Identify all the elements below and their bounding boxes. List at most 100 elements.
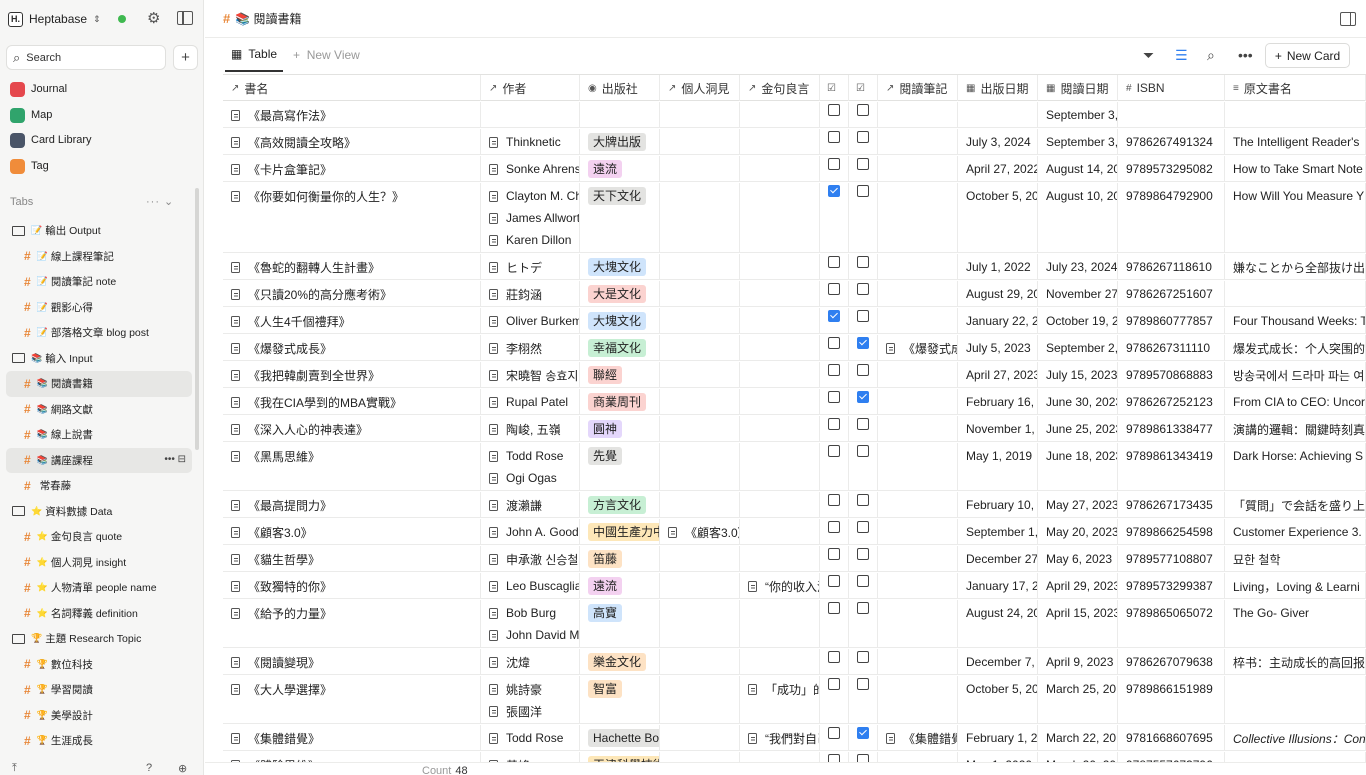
publisher-cell[interactable]: 遠流 xyxy=(580,573,660,599)
author-cell[interactable]: 莊鈞涵 xyxy=(481,281,580,307)
read-date-cell[interactable]: September 3, xyxy=(1038,102,1118,128)
publish-date-cell[interactable]: February 16, 2 xyxy=(958,389,1038,415)
checkbox-cell[interactable] xyxy=(849,335,878,361)
checkbox[interactable] xyxy=(857,727,869,739)
checkbox[interactable] xyxy=(857,548,869,560)
checkbox-cell[interactable] xyxy=(820,308,849,334)
reading-note-cell[interactable] xyxy=(878,600,958,648)
search-input[interactable]: ⌕ Search xyxy=(6,45,166,70)
publisher-cell[interactable]: 幸福文化 xyxy=(580,335,660,361)
checkbox[interactable] xyxy=(828,185,840,197)
insight-cell[interactable] xyxy=(660,156,740,182)
checkbox-cell[interactable] xyxy=(820,546,849,572)
isbn-cell[interactable]: 9786267251607 xyxy=(1118,281,1225,307)
isbn-cell[interactable]: 9789866254598 xyxy=(1118,519,1225,545)
reading-note-cell[interactable] xyxy=(878,649,958,675)
checkbox[interactable] xyxy=(857,391,869,403)
publish-date-cell[interactable]: October 5, 20 xyxy=(958,676,1038,724)
read-date-cell[interactable]: August 14, 20 xyxy=(1038,156,1118,182)
checkbox-cell[interactable] xyxy=(849,573,878,599)
tab-tag-item[interactable]: # 📝 觀影心得 xyxy=(6,295,192,321)
quote-cell[interactable] xyxy=(740,335,820,361)
checkbox[interactable] xyxy=(857,364,869,376)
original-title-cell[interactable] xyxy=(1225,752,1366,762)
author-cell[interactable]: Rupal Patel xyxy=(481,389,580,415)
author-cell[interactable]: 沈煒 xyxy=(481,649,580,675)
checkbox-cell[interactable] xyxy=(849,725,878,751)
publisher-cell[interactable]: 天下文化 xyxy=(580,183,660,253)
publish-date-cell[interactable]: October 5, 20 xyxy=(958,183,1038,253)
author-cell[interactable]: Todd Rose Ogi Ogas xyxy=(481,443,580,491)
checkbox[interactable] xyxy=(857,445,869,457)
isbn-cell[interactable]: 9789861343419 xyxy=(1118,443,1225,491)
isbn-cell[interactable] xyxy=(1118,102,1225,128)
original-title-cell[interactable]: 爆发式成长：个人突围的 xyxy=(1225,335,1366,361)
author-cell[interactable]: Todd Rose xyxy=(481,725,580,751)
reading-note-cell[interactable] xyxy=(878,281,958,307)
original-title-cell[interactable]: Dark Horse: Achieving S xyxy=(1225,443,1366,491)
title-cell[interactable]: 《最高寫作法》 xyxy=(223,102,481,128)
original-title-cell[interactable] xyxy=(1225,102,1366,128)
reading-note-cell[interactable] xyxy=(878,519,958,545)
publisher-cell[interactable]: 大塊文化 xyxy=(580,308,660,334)
quote-cell[interactable] xyxy=(740,254,820,280)
title-cell[interactable]: 《最高提問力》 xyxy=(223,492,481,518)
author-cell[interactable]: 渡瀨謙 xyxy=(481,492,580,518)
author-cell[interactable]: 姚詩豪 張國洋 xyxy=(481,676,580,724)
read-date-cell[interactable]: June 25, 2023 xyxy=(1038,416,1118,442)
publisher-cell[interactable] xyxy=(580,102,660,128)
reading-note-cell[interactable] xyxy=(878,546,958,572)
publisher-cell[interactable]: 智富 xyxy=(580,676,660,724)
isbn-cell[interactable]: 9789860777857 xyxy=(1118,308,1225,334)
table-row[interactable]: 《最高寫作法》 September 3, xyxy=(223,102,1366,128)
quote-cell[interactable] xyxy=(740,389,820,415)
reading-note-cell[interactable] xyxy=(878,129,958,155)
title-cell[interactable]: 《體驗思維》 xyxy=(223,752,481,762)
publisher-cell[interactable]: 大塊文化 xyxy=(580,254,660,280)
reading-note-cell[interactable] xyxy=(878,308,958,334)
publisher-cell[interactable]: 圓神 xyxy=(580,416,660,442)
checkbox[interactable] xyxy=(828,727,840,739)
isbn-cell[interactable]: 9786267311110 xyxy=(1118,335,1225,361)
isbn-cell[interactable]: 9789570868883 xyxy=(1118,362,1225,388)
checkbox-cell[interactable] xyxy=(820,281,849,307)
tab-tag-item[interactable]: # 📚 講座課程 ••• ⊟ xyxy=(6,447,192,473)
read-date-cell[interactable]: September 2, xyxy=(1038,335,1118,361)
checkbox-cell[interactable] xyxy=(820,416,849,442)
isbn-cell[interactable]: 9781668607695 xyxy=(1118,725,1225,751)
tab-folder[interactable]: ⭐ 資料數據 Data xyxy=(6,499,192,525)
table-row[interactable]: 《深入人心的神表達》 陶峻, 五嶺 圓神 November 1, 2 June 25, … xyxy=(223,416,1366,442)
tab-tag-item[interactable]: # ⭐ 人物清單 people name xyxy=(6,575,192,601)
quote-cell[interactable] xyxy=(740,519,820,545)
checkbox[interactable] xyxy=(828,283,840,295)
tab-tag-item[interactable]: # ⭐ 名詞釋義 definition xyxy=(6,601,192,627)
checkbox-cell[interactable] xyxy=(849,443,878,491)
checkbox[interactable] xyxy=(857,310,869,322)
checkbox[interactable] xyxy=(857,131,869,143)
publisher-cell[interactable]: Hachette Bo xyxy=(580,725,660,751)
column-header[interactable]: ▦ 閱讀日期 xyxy=(1038,75,1118,101)
title-cell[interactable]: 《貓生哲學》 xyxy=(223,546,481,572)
checkbox[interactable] xyxy=(828,575,840,587)
reading-note-cell[interactable] xyxy=(878,676,958,724)
checkbox-cell[interactable] xyxy=(820,129,849,155)
title-cell[interactable]: 《黑馬思維》 xyxy=(223,443,481,491)
publish-date-cell[interactable]: July 3, 2024 xyxy=(958,129,1038,155)
checkbox[interactable] xyxy=(857,337,869,349)
publish-date-cell[interactable]: May 1, 2020 xyxy=(958,752,1038,762)
publisher-cell[interactable]: 商業周刊 xyxy=(580,389,660,415)
insight-cell[interactable] xyxy=(660,649,740,675)
tab-tag-item[interactable]: # 🏆 數位科技 xyxy=(6,652,192,678)
checkbox-cell[interactable] xyxy=(849,308,878,334)
quote-cell[interactable] xyxy=(740,129,820,155)
insight-cell[interactable] xyxy=(660,389,740,415)
publish-date-cell[interactable]: February 10, 2 xyxy=(958,492,1038,518)
isbn-cell[interactable]: 9789573299387 xyxy=(1118,573,1225,599)
tab-tag-item[interactable]: # 📚 網路文獻 xyxy=(6,397,192,423)
read-date-cell[interactable]: April 29, 2023 xyxy=(1038,573,1118,599)
checkbox-cell[interactable] xyxy=(820,600,849,648)
original-title-cell[interactable]: The Intelligent Reader's xyxy=(1225,129,1366,155)
checkbox-cell[interactable] xyxy=(849,362,878,388)
insight-cell[interactable] xyxy=(660,362,740,388)
isbn-cell[interactable]: 9789577108807 xyxy=(1118,546,1225,572)
